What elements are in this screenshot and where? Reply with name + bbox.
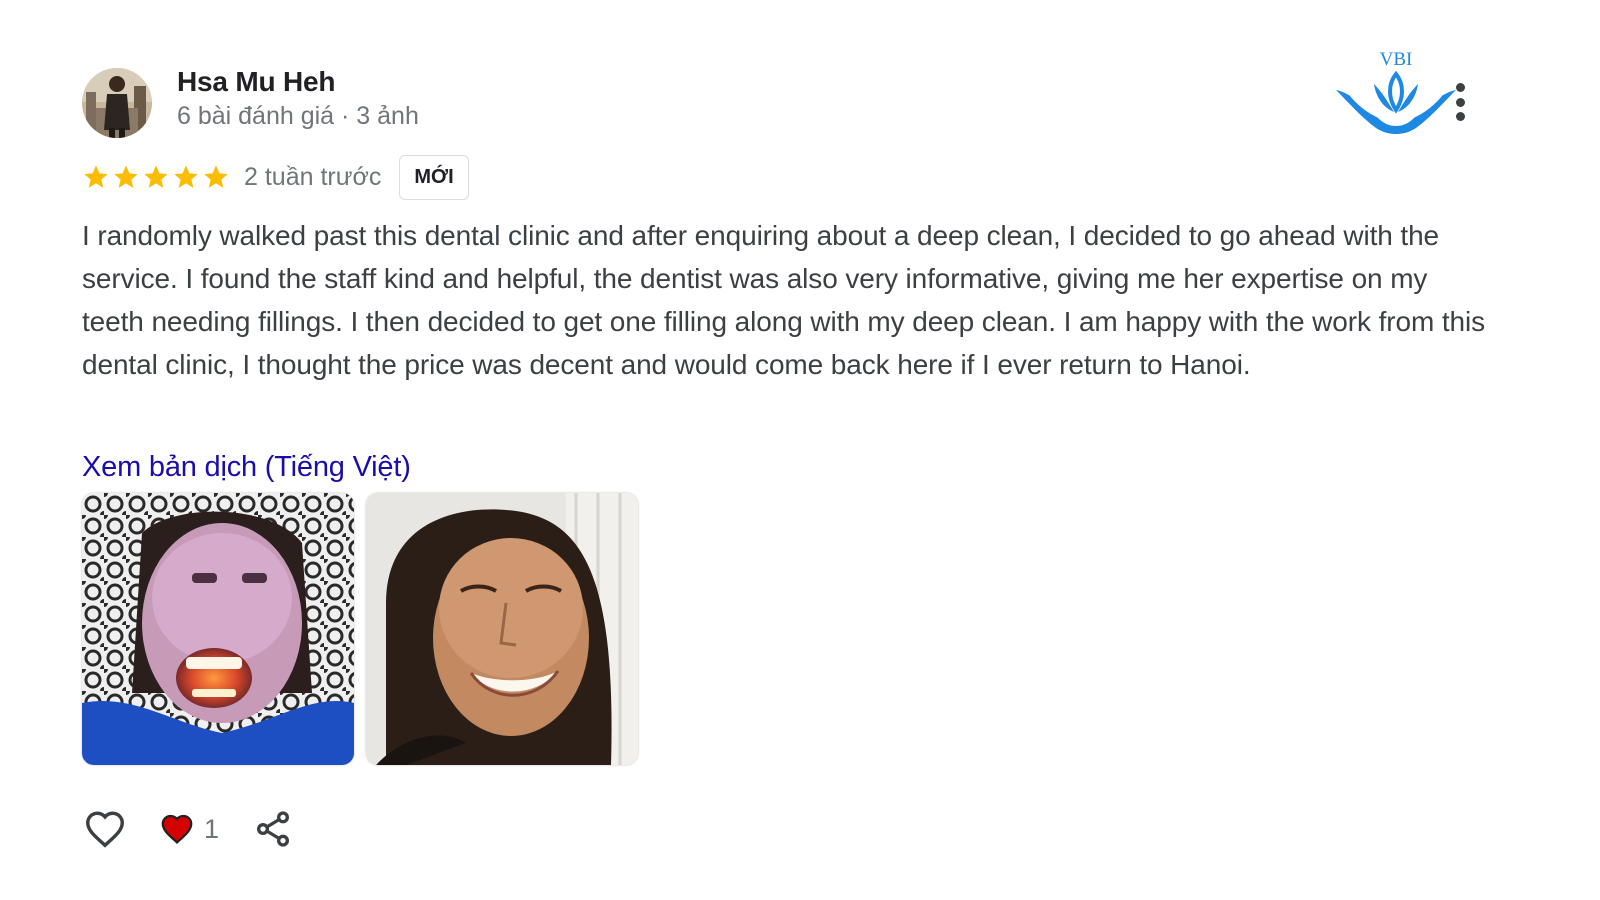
review-card: Hsa Mu Heh 6 bài đánh giá · 3 ảnh VBI 2 …	[82, 49, 1522, 848]
star-icon	[84, 165, 108, 188]
reaction-count: 1	[204, 813, 220, 844]
share-icon[interactable]	[253, 809, 293, 849]
translate-link[interactable]: Xem bản dịch (Tiếng Việt)	[82, 451, 411, 484]
star-icon	[204, 165, 228, 188]
review-actions: 1	[82, 806, 293, 852]
star-icon	[114, 165, 138, 188]
review-header: Hsa Mu Heh 6 bài đánh giá · 3 ảnh VBI	[82, 49, 1522, 138]
heart-outline-icon[interactable]	[82, 806, 128, 852]
star-rating	[82, 163, 230, 191]
review-time: 2 tuần trước	[244, 162, 382, 191]
more-vert-icon[interactable]	[1448, 82, 1472, 122]
heart-filled-icon	[161, 814, 193, 844]
review-photo-smile[interactable]	[366, 493, 638, 765]
author-avatar[interactable]	[82, 68, 152, 138]
new-badge: MỚI	[399, 154, 469, 200]
brand-logo-text: VBI	[1380, 49, 1413, 70]
reaction-button[interactable]: 1	[158, 810, 219, 848]
review-photo-whitening[interactable]	[82, 493, 354, 765]
star-icon	[174, 165, 198, 188]
lotus-logo-icon: VBI	[1332, 48, 1462, 134]
author-meta: 6 bài đánh giá · 3 ảnh	[177, 102, 419, 130]
review-photos	[82, 493, 638, 765]
author-name[interactable]: Hsa Mu Heh	[177, 66, 335, 98]
star-icon	[144, 165, 168, 188]
rating-row: 2 tuần trước MỚI	[82, 152, 469, 202]
review-text: I randomly walked past this dental clini…	[82, 220, 1486, 380]
